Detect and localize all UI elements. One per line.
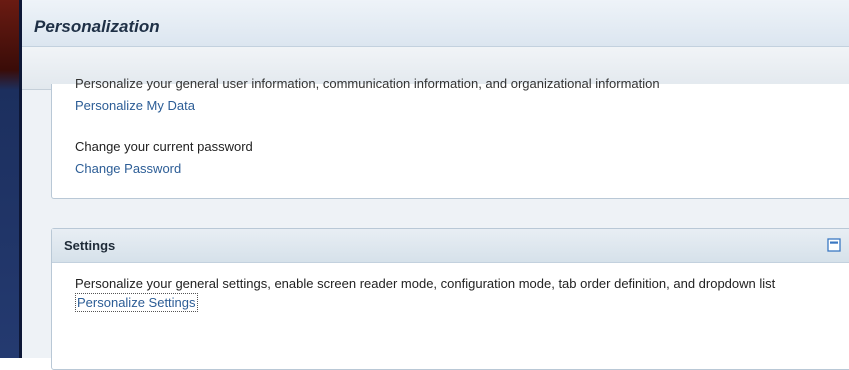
- left-navigation-rail: [0, 0, 22, 358]
- settings-panel: Settings Personalize your general settin…: [51, 228, 849, 370]
- settings-panel-header: Settings: [52, 229, 849, 263]
- password-description: Change your current password: [75, 139, 253, 154]
- page-title: Personalization: [34, 17, 160, 36]
- my-data-description: Personalize your general user informatio…: [75, 76, 660, 91]
- settings-panel-body: Personalize your general settings, enabl…: [75, 275, 835, 312]
- title-bar: Personalization: [22, 0, 849, 47]
- settings-panel-title: Settings: [64, 238, 116, 253]
- general-personalization-panel: Personalize your general user informatio…: [51, 76, 849, 199]
- change-password-link[interactable]: Change Password: [75, 160, 181, 177]
- personalize-my-data-link[interactable]: Personalize My Data: [75, 97, 195, 114]
- content-area: Personalize your general user informatio…: [22, 76, 849, 370]
- personalize-settings-link[interactable]: Personalize Settings: [75, 293, 198, 312]
- settings-description: Personalize your general settings, enabl…: [75, 276, 776, 291]
- minimize-icon[interactable]: [826, 237, 842, 253]
